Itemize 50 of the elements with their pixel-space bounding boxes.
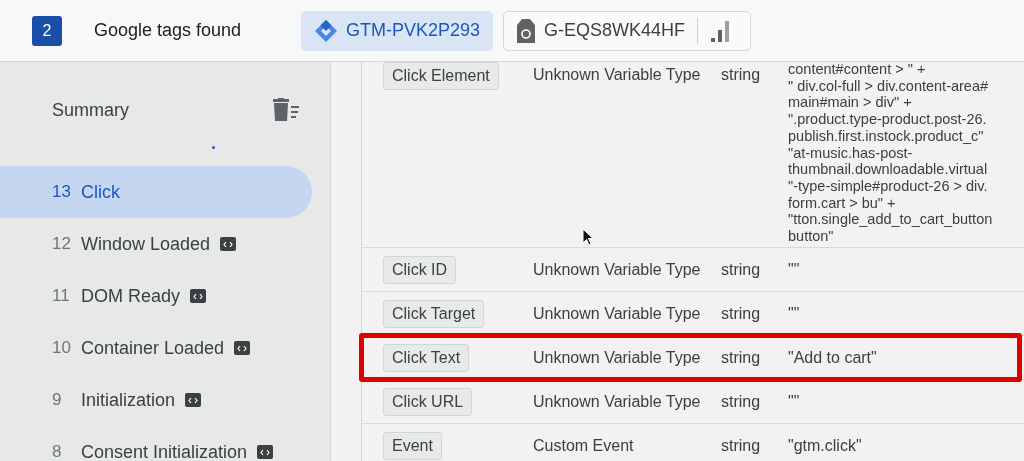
data-type: string: [721, 392, 762, 411]
variable-value-line: "at-music.has-post-: [788, 144, 914, 162]
variable-value-line: main#main > div" +: [788, 94, 913, 112]
variable-value: "gtm.click": [788, 436, 862, 455]
data-type: string: [721, 304, 762, 323]
variable-name-chip[interactable]: Click Element: [383, 62, 499, 90]
tag-chip[interactable]: G-EQS8WK44HF: [503, 10, 752, 51]
tag-chip[interactable]: GTM-PVK2P293: [301, 10, 494, 51]
variable-name-chip[interactable]: Event: [383, 431, 442, 460]
variable-value: "": [788, 260, 800, 279]
variable-type: Unknown Variable Type: [533, 304, 702, 323]
summary-title[interactable]: Summary: [52, 99, 129, 121]
data-type: string: [721, 66, 762, 84]
event-item[interactable]: 10 Container Loaded: [0, 322, 312, 374]
variable-type: Unknown Variable Type: [533, 66, 702, 84]
variable-value-line: button": [788, 228, 835, 245]
data-type: string: [721, 348, 762, 367]
variable-type: Unknown Variable Type: [533, 392, 702, 411]
mouse-pointer-icon: [582, 228, 594, 246]
variable-value-line: publish.first.instock.product_c": [788, 127, 985, 145]
bar-chart-icon[interactable]: [710, 18, 731, 43]
clear-list-icon[interactable]: [272, 98, 300, 122]
variable-value-line: content#content > " +: [788, 61, 927, 78]
header-title: Google tags found: [94, 20, 243, 41]
variable-value-line: form.cart > bu" +: [788, 194, 897, 212]
tag-icon: [516, 17, 537, 44]
variable-name-chip[interactable]: Click Target: [383, 299, 485, 328]
variable-value: "": [788, 304, 800, 323]
variable-name-chip[interactable]: Click URL: [383, 387, 473, 416]
variable-name-chip[interactable]: Click Text: [383, 343, 470, 372]
variable-value-line: " div.col-full > div.content-area#: [788, 77, 990, 95]
variable-type: Unknown Variable Type: [533, 348, 702, 367]
event-item[interactable]: 12 Window Loaded: [0, 218, 312, 270]
variable-value: "": [788, 392, 800, 411]
event-item[interactable]: 9 Initialization: [0, 374, 312, 426]
data-type: string: [721, 260, 762, 279]
diamond-icon: [314, 18, 338, 43]
tag-count-badge: 2: [32, 15, 62, 46]
variable-value-line: "tton.single_add_to_cart_button: [788, 211, 993, 229]
event-item[interactable]: 8 Consent Initialization: [0, 426, 312, 461]
event-item[interactable]: 13 Click: [0, 166, 312, 218]
variable-value-line: ".product.type-product.post-26.: [788, 111, 988, 128]
variable-name-chip[interactable]: Click ID: [383, 255, 457, 284]
variable-type: Custom Event: [533, 436, 635, 455]
data-type: string: [721, 436, 762, 455]
variable-value-line: thumbnail.downloadable.virtual: [788, 161, 989, 178]
event-item[interactable]: 11 DOM Ready: [0, 270, 312, 322]
variable-value-line: "-type-simple#product-26 > div.: [788, 177, 989, 195]
variable-type: Unknown Variable Type: [533, 260, 702, 279]
variable-value: "Add to cart": [788, 348, 877, 367]
